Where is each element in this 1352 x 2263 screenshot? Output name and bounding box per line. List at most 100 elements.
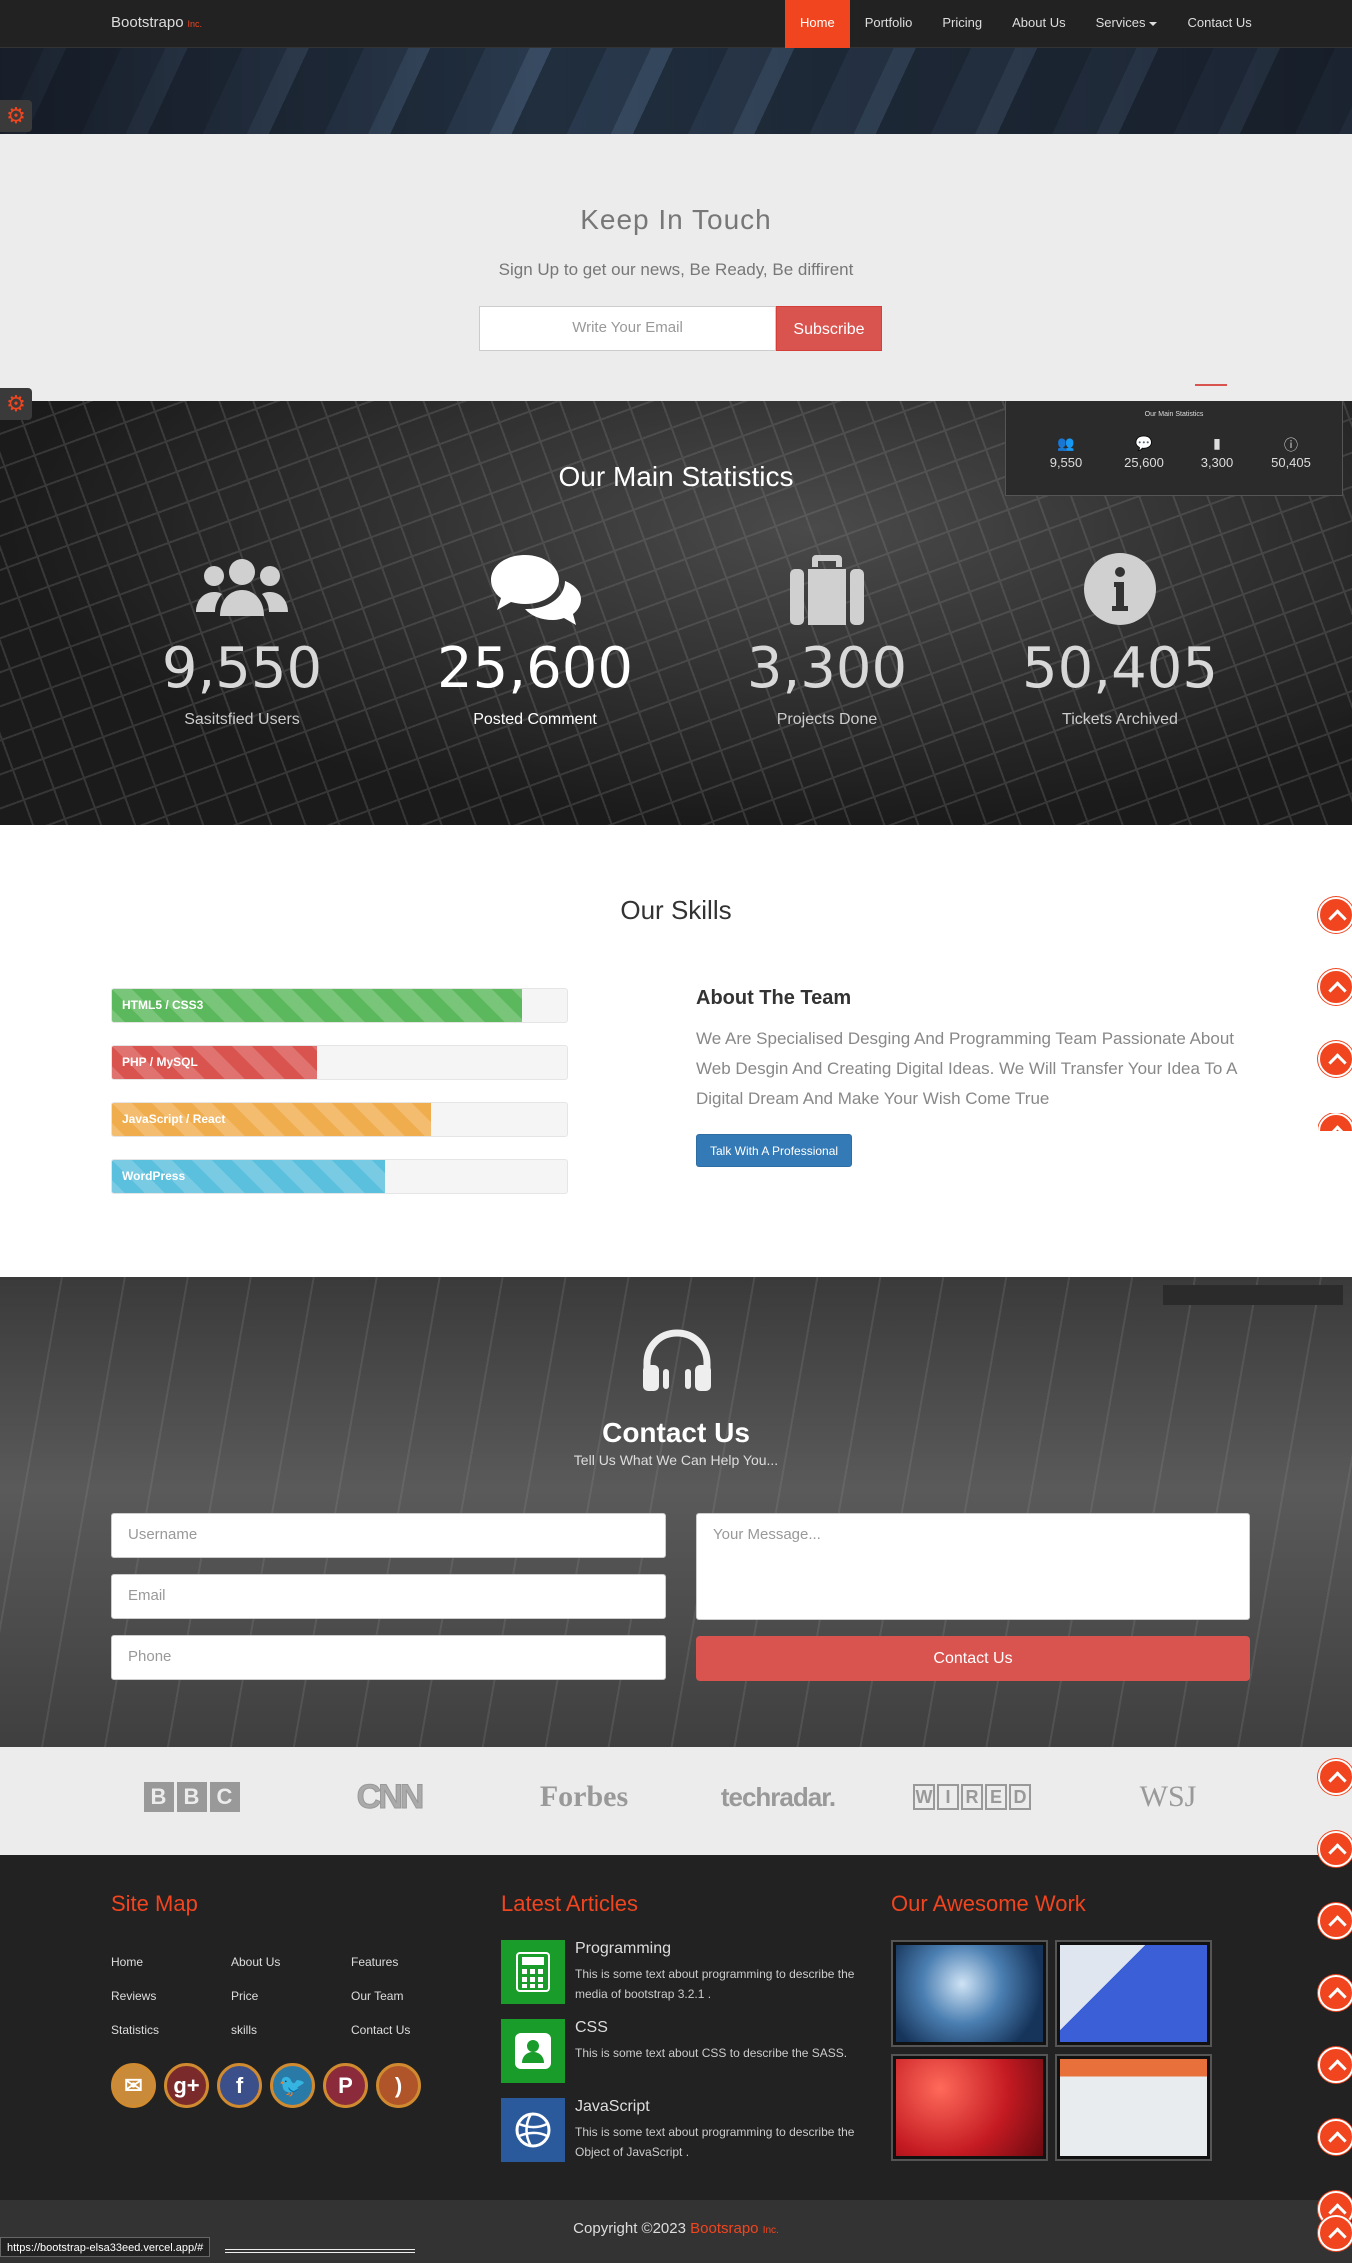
chevron-up-icon (1318, 2047, 1352, 2083)
nav-about-us[interactable]: About Us (997, 0, 1080, 48)
contact-subtitle: Tell Us What We Can Help You... (573, 1452, 779, 1468)
caret-down-icon (1149, 21, 1158, 26)
work-thumbnail[interactable] (1055, 1940, 1212, 2047)
stat-users: 9,550 Sasitsfied Users (117, 551, 367, 729)
work-thumbnail[interactable] (891, 2054, 1048, 2161)
hero-banner (0, 48, 1352, 134)
red-abstract-image (896, 2059, 1043, 2156)
info-icon (995, 551, 1245, 626)
copyright-brand[interactable]: Bootsrapo (690, 2220, 758, 2237)
gear-icon[interactable]: ⚙ (0, 100, 32, 132)
about-team: About The Team We Are Specialised Desgin… (696, 987, 1256, 1167)
statistics-section: Our Main Statistics 9,550 Sasitsfied Use… (0, 401, 1352, 825)
sitemap-link-statistics[interactable]: Statistics (111, 2023, 159, 2037)
talk-professional-button[interactable]: Talk With A Professional (696, 1134, 853, 1167)
chevron-up-icon (1318, 1831, 1352, 1867)
magnifier-image (896, 1945, 1043, 2042)
users-icon (117, 551, 367, 626)
chevron-up-icon (1318, 1759, 1352, 1795)
scroll-top-button[interactable] (1318, 1041, 1352, 1077)
website-mockup-image (1060, 2059, 1207, 2156)
scrollbar[interactable] (225, 2249, 415, 2253)
scroll-top-button[interactable] (1318, 2047, 1352, 2083)
sitemap-link-reviews[interactable]: Reviews (111, 1989, 156, 2003)
username-field[interactable]: Username (111, 1513, 666, 1558)
scroll-top-button[interactable] (1318, 2119, 1352, 2155)
scroll-top-button[interactable] (1318, 897, 1352, 933)
comments-icon (410, 551, 660, 626)
chevron-up-icon (1318, 1113, 1352, 1131)
nav-contact-us[interactable]: Contact Us (1172, 0, 1266, 48)
forbes-logo: Forbes (539, 1780, 629, 1813)
chevron-up-icon (1318, 1903, 1352, 1939)
email-field[interactable]: Email (111, 1574, 666, 1619)
subscribe-button[interactable]: Subscribe (776, 306, 882, 351)
scroll-top-button[interactable] (1318, 1831, 1352, 1867)
stat-tickets: 50,405 Tickets Archived (995, 551, 1245, 729)
work-thumbnail[interactable] (891, 1940, 1048, 2047)
scroll-top-button[interactable] (1318, 1113, 1352, 1131)
navbar: Bootstrapo Inc. Home Portfolio Pricing Ab… (0, 0, 1352, 48)
chevron-up-icon (1318, 969, 1352, 1005)
pinterest-icon[interactable]: P (323, 2063, 368, 2108)
phone-field[interactable]: Phone (111, 1635, 666, 1680)
comments-icon: 💬 (1135, 435, 1153, 451)
nav-services[interactable]: Services (1081, 0, 1173, 48)
google-plus-icon[interactable]: g+ (164, 2063, 209, 2108)
calculator-icon (501, 1940, 565, 2004)
chevron-up-icon (1318, 897, 1352, 933)
skills-section: Our Skills HTML5 / CSS3 PHP / MySQL Java… (0, 825, 1352, 1277)
skill-bar: PHP / MySQL (111, 1045, 568, 1080)
wsj-logo: WSJ (1139, 1780, 1197, 1813)
work-thumbnail[interactable] (1055, 2054, 1212, 2161)
mail-icon[interactable]: ✉ (111, 2063, 156, 2108)
sitemap-link-features[interactable]: Features (351, 1955, 398, 1969)
team-title: About The Team (696, 987, 852, 1009)
nav-pricing[interactable]: Pricing (927, 0, 997, 48)
scroll-top-button[interactable] (1318, 1903, 1352, 1939)
press-logos: BBC CNN Forbes techradar. WIRED WSJ (0, 1747, 1352, 1855)
sitemap-link-home[interactable]: Home (111, 1955, 143, 1969)
gear-icon[interactable]: ⚙ (0, 388, 32, 420)
globe-icon (501, 2098, 565, 2162)
facebook-icon[interactable]: f (217, 2063, 262, 2108)
scroll-top-button[interactable] (1318, 969, 1352, 1005)
subscribe-form: Write Your Email Subscribe (479, 306, 882, 351)
skills-title: Our Skills (620, 895, 732, 925)
rss-icon[interactable]: ) (376, 2063, 421, 2108)
nav-portfolio[interactable]: Portfolio (850, 0, 928, 48)
skill-bar: WordPress (111, 1159, 568, 1194)
twitter-icon[interactable]: 🐦 (270, 2063, 315, 2108)
skill-bar: HTML5 / CSS3 (111, 988, 568, 1023)
chevron-up-icon (1318, 2215, 1352, 2251)
contact-submit-button[interactable]: Contact Us (696, 1636, 1250, 1681)
work-title: Our Awesome Work (891, 1891, 1086, 1916)
sitemap-title: Site Map (111, 1891, 198, 1916)
social-links: ✉ g+ f 🐦 P ) (111, 2063, 421, 2108)
nav-menu: Home Portfolio Pricing About Us Services… (785, 0, 1267, 48)
scroll-top-button[interactable] (1318, 2215, 1352, 2251)
cnn-logo: CNN (356, 1777, 425, 1816)
nav-home[interactable]: Home (785, 0, 850, 48)
sitemap-link-contact[interactable]: Contact Us (351, 2023, 410, 2037)
status-bar-url: https://bootstrap-elsa33eed.vercel.app/# (0, 2237, 211, 2257)
scroll-top-button[interactable] (1318, 1975, 1352, 2011)
sitemap-link-skills[interactable]: skills (231, 2023, 257, 2037)
email-input[interactable]: Write Your Email (479, 306, 776, 351)
subscribe-section: Keep In Touch Sign Up to get our news, B… (0, 134, 1352, 401)
subscribe-title: Keep In Touch (580, 204, 772, 235)
stat-comments: 25,600 Posted Comment (410, 551, 660, 729)
sitemap-link-price[interactable]: Price (231, 1989, 258, 2003)
footer: Site Map Home About Us Features Reviews … (0, 1855, 1352, 2200)
brand-logo[interactable]: Bootstrapo Inc. (111, 14, 202, 31)
scroll-top-button[interactable] (1318, 1759, 1352, 1795)
user-badge-icon (501, 2019, 565, 2083)
briefcase-icon (702, 551, 952, 626)
sitemap-link-team[interactable]: Our Team (351, 1989, 403, 2003)
chevron-up-icon (1318, 1041, 1352, 1077)
message-textarea[interactable]: Your Message... (696, 1513, 1250, 1620)
contact-section: Contact Us Tell Us What We Can Help You.… (0, 1277, 1352, 1747)
statistics-preview-thumbnail: Our Main Statistics 👥 9,550 💬 25,600 ▮ 3… (1005, 401, 1343, 496)
skill-bar: JavaScript / React (111, 1102, 568, 1137)
sitemap-link-about[interactable]: About Us (231, 1955, 280, 1969)
